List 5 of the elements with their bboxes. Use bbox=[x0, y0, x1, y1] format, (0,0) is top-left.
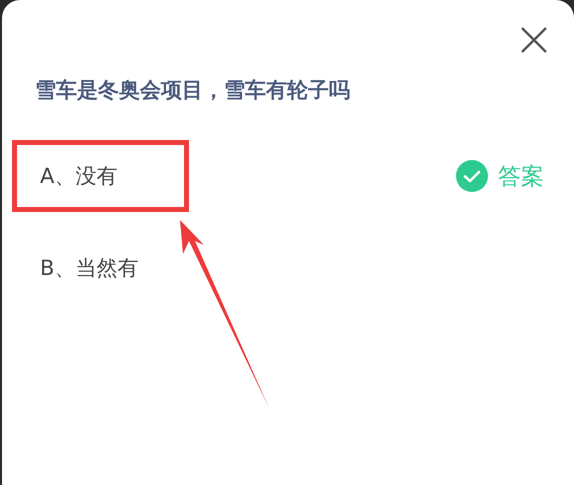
close-icon[interactable] bbox=[521, 27, 547, 53]
question-text: 雪车是冬奥会项目，雪车有轮子吗 bbox=[35, 77, 351, 103]
answer-option[interactable]: A、没有 bbox=[12, 140, 189, 212]
answer-label: 答案 bbox=[498, 162, 544, 192]
answer-option[interactable]: B、当然有 bbox=[12, 232, 189, 304]
